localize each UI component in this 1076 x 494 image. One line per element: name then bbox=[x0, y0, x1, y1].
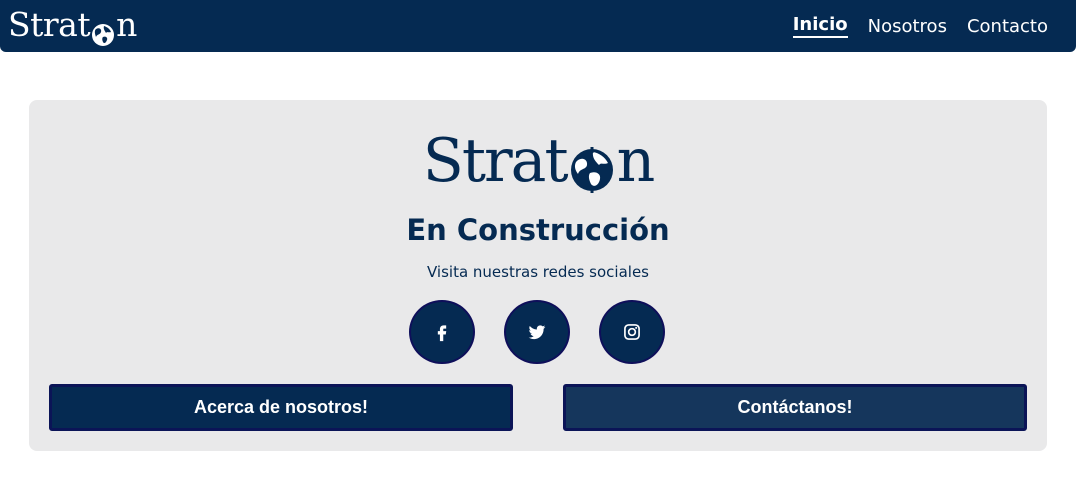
instagram-button[interactable] bbox=[599, 300, 665, 364]
social-links bbox=[409, 300, 665, 364]
nav-link-nosotros[interactable]: Nosotros bbox=[868, 16, 947, 37]
hero-logo: Strat n bbox=[29, 128, 1047, 194]
twitter-button[interactable] bbox=[504, 300, 570, 364]
page-subtitle: Visita nuestras redes sociales bbox=[426, 263, 649, 281]
globe-icon bbox=[91, 15, 115, 46]
brand-logo[interactable]: Strat n bbox=[8, 4, 137, 46]
nav-link-contacto[interactable]: Contacto bbox=[967, 16, 1048, 37]
hero-logo-text-start: Strat bbox=[422, 126, 569, 196]
globe-icon bbox=[568, 141, 616, 193]
brand-text-end: n bbox=[116, 5, 137, 44]
about-us-button[interactable]: Acerca de nosotros! bbox=[49, 384, 513, 431]
contact-us-button[interactable]: Contáctanos! bbox=[563, 384, 1027, 431]
hero-card: Strat n En Construcción Visita nuestras … bbox=[29, 100, 1047, 451]
facebook-icon bbox=[437, 325, 447, 342]
brand-text-start: Strat bbox=[8, 5, 91, 44]
nav-links: Inicio Nosotros Contacto bbox=[792, 0, 1048, 52]
instagram-icon bbox=[624, 324, 640, 340]
navbar: Strat n Inicio Nosotros Contacto bbox=[0, 0, 1076, 52]
facebook-button[interactable] bbox=[409, 300, 475, 364]
page-title: En Construcción bbox=[406, 213, 670, 247]
hero-logo-text-end: n bbox=[616, 126, 656, 196]
nav-link-inicio[interactable]: Inicio bbox=[792, 14, 848, 38]
twitter-icon bbox=[528, 325, 546, 340]
